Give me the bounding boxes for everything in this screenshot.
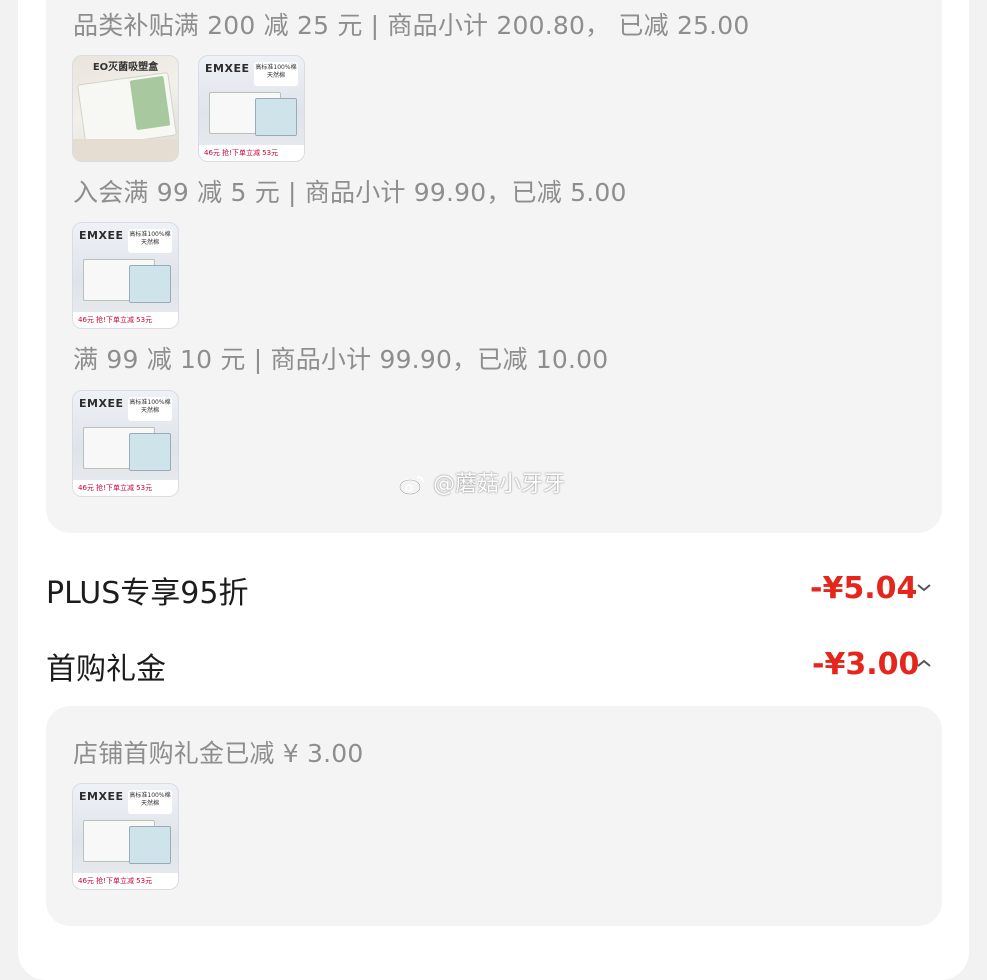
- product-thumb-brand: EMXEE: [79, 397, 124, 410]
- plus-discount-value[interactable]: -¥5.04: [810, 571, 917, 606]
- product-thumb-hand: [73, 139, 178, 161]
- first-purchase-gift-detail: 店铺首购礼金已减 ¥ 3.00: [73, 739, 364, 768]
- product-thumb-price-bar: 46元 抢!下单立减 53元: [73, 480, 178, 496]
- chevron-down-icon[interactable]: [916, 583, 932, 593]
- product-thumb-package-side: [129, 826, 171, 864]
- product-thumb-brand: EMXEE: [205, 62, 250, 75]
- product-thumbnail-emxee[interactable]: EMXEE 高标准100%棉 天然棉 46元 抢!下单立减 53元: [72, 783, 179, 890]
- first-purchase-gift-value[interactable]: -¥3.00: [812, 647, 919, 682]
- plus-discount-label[interactable]: PLUS专享95折: [46, 568, 249, 612]
- product-thumbnail-emxee[interactable]: EMXEE 高标准100%棉 天然棉 46元 抢!下单立减 53元: [72, 390, 179, 497]
- product-thumbnail-emxee[interactable]: EMXEE 高标准100%棉 天然棉 46元 抢!下单立减 53元: [198, 55, 305, 162]
- product-thumb-price-bar: 46元 抢!下单立减 53元: [73, 312, 178, 328]
- weibo-icon: [399, 476, 424, 495]
- promotion-rule-category-subsidy: 品类补贴满 200 减 25 元 | 商品小计 200.80， 已减 25.00: [73, 11, 750, 40]
- chevron-up-icon[interactable]: [916, 658, 932, 668]
- watermark-text: @蘑菇小牙牙: [433, 472, 566, 497]
- product-thumb-package-side: [255, 98, 297, 136]
- watermark: @蘑菇小牙牙: [398, 466, 565, 498]
- product-thumbnail-eo-box[interactable]: EO灭菌吸塑盒: [72, 55, 179, 162]
- product-thumb-title: EO灭菌吸塑盒: [92, 62, 159, 73]
- product-thumb-tag: 高标准100%棉 天然棉: [128, 229, 172, 253]
- promotion-rule-membership: 入会满 99 减 5 元 | 商品小计 99.90，已减 5.00: [73, 178, 627, 207]
- product-thumb-package-side: [129, 433, 171, 471]
- promotion-detail-panel: [46, 0, 942, 533]
- product-thumb-price-bar: 46元 抢!下单立减 53元: [199, 145, 304, 161]
- product-thumb-tag: 高标准100%棉 天然棉: [254, 62, 298, 86]
- product-thumb-tag: 高标准100%棉 天然棉: [128, 397, 172, 421]
- product-thumb-package-side: [129, 265, 171, 303]
- first-purchase-gift-label[interactable]: 首购礼金: [46, 644, 166, 688]
- product-thumb-brand: EMXEE: [79, 229, 124, 242]
- product-thumbnail-emxee[interactable]: EMXEE 高标准100%棉 天然棉 46元 抢!下单立减 53元: [72, 222, 179, 329]
- product-thumb-brand: EMXEE: [79, 790, 124, 803]
- product-thumb-tag: 高标准100%棉 天然棉: [128, 790, 172, 814]
- product-thumb-green-label: [129, 75, 171, 131]
- promotion-rule-spend-discount: 满 99 减 10 元 | 商品小计 99.90，已减 10.00: [73, 345, 609, 374]
- product-thumb-price-bar: 46元 抢!下单立减 53元: [73, 873, 178, 889]
